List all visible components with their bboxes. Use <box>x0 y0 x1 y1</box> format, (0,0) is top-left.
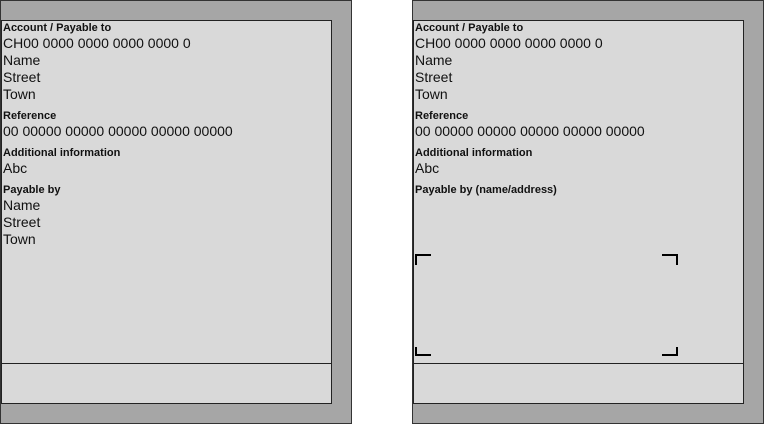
payer-box-corner-top-right-icon <box>662 254 678 265</box>
account-label: Account / Payable to <box>415 22 524 34</box>
payer-box-corner-top-left-icon <box>415 254 431 265</box>
payer-street: Street <box>3 214 41 230</box>
payer-box-corner-bottom-right-icon <box>662 347 678 356</box>
slip-panel: Account / Payable to CH00 0000 0000 0000… <box>1 20 332 404</box>
payee-town: Town <box>415 86 448 102</box>
additional-info-label: Additional information <box>415 147 533 159</box>
payee-street: Street <box>415 69 453 85</box>
reference-label: Reference <box>415 110 469 122</box>
reference-number: 00 00000 00000 00000 00000 00000 <box>3 123 233 139</box>
payment-slip-filled: Account / Payable to CH00 0000 0000 0000… <box>0 0 352 424</box>
payer-box-corner-bottom-left-icon <box>415 347 431 356</box>
payable-by-label: Payable by <box>3 184 61 196</box>
slip-content: Account / Payable to CH00 0000 0000 0000… <box>415 22 741 197</box>
payee-street: Street <box>3 69 41 85</box>
slip-panel: Account / Payable to CH00 0000 0000 0000… <box>413 20 744 404</box>
additional-info-label: Additional information <box>3 147 121 159</box>
account-label: Account / Payable to <box>3 22 112 34</box>
payer-name: Name <box>3 197 41 213</box>
slip-footer-section <box>414 363 743 404</box>
payee-name: Name <box>415 52 453 68</box>
additional-info-value: Abc <box>415 160 440 176</box>
payee-town: Town <box>3 86 36 102</box>
slip-footer-section <box>2 363 331 404</box>
additional-info-value: Abc <box>3 160 28 176</box>
slip-content: Account / Payable to CH00 0000 0000 0000… <box>3 22 329 248</box>
reference-number: 00 00000 00000 00000 00000 00000 <box>415 123 645 139</box>
reference-label: Reference <box>3 110 57 122</box>
account-number: CH00 0000 0000 0000 0000 0 <box>3 35 191 51</box>
account-number: CH00 0000 0000 0000 0000 0 <box>415 35 603 51</box>
payable-by-label: Payable by (name/address) <box>415 184 557 196</box>
payer-town: Town <box>3 231 36 247</box>
payee-name: Name <box>3 52 41 68</box>
payment-slip-blank-payer: Account / Payable to CH00 0000 0000 0000… <box>412 0 764 424</box>
